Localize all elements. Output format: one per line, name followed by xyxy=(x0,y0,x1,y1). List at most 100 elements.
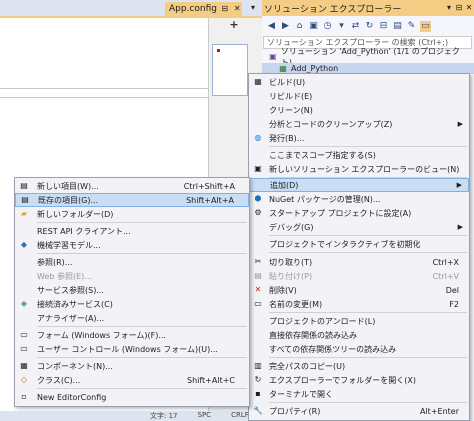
history-icon[interactable]: ◷ xyxy=(322,21,333,32)
menu-item-connected-service[interactable]: ◈ 接続済みサービス(C) xyxy=(15,297,249,311)
menu-item-ml-model[interactable]: ◆ 機械学習モデル... xyxy=(15,238,249,252)
menu-item-label: 新しい項目(W)... xyxy=(37,181,99,191)
tab-label: App.config xyxy=(169,4,217,14)
menu-item-web-reference[interactable]: Web 参照(E)... xyxy=(15,269,249,283)
menu-item-label: クリーン(N) xyxy=(269,105,313,115)
class-icon: ◇ xyxy=(20,375,28,384)
menu-item-shortcut: Ctrl+Shift+A xyxy=(183,181,235,191)
switch-view-icon[interactable]: ▣ xyxy=(308,21,319,32)
menu-item-cut[interactable]: ✂ 切り取り(T) Ctrl+X xyxy=(249,255,469,269)
menu-item-reference[interactable]: 参照(R)... xyxy=(15,255,249,269)
split-plus-icon[interactable]: + xyxy=(228,19,240,31)
menu-item-new-editorconfig[interactable]: ▫ New EditorConfig xyxy=(15,390,249,404)
status-item: CRLF xyxy=(231,411,249,419)
menu-item-new-explorer-view[interactable]: ▣ 新しいソリューション エクスプローラーのビュー(N) xyxy=(249,162,469,176)
menu-item-label: NuGet パッケージの管理(N)... xyxy=(269,194,381,204)
forward-icon[interactable]: ▶ xyxy=(280,21,291,32)
menu-item-scope-to-this[interactable]: ここまでスコープ指定する(S) xyxy=(249,148,469,162)
menu-item-init-interactive[interactable]: プロジェクトでインタラクティブを初期化 xyxy=(249,237,469,251)
pin-icon[interactable]: ⊟ xyxy=(454,3,464,13)
solution-explorer-title-bar: ソリューション エクスプローラー ▾ ⊟ ✕ xyxy=(262,0,474,16)
menu-item-analyze-cleanup[interactable]: 分析とコードのクリーンアップ(Z) ▶ xyxy=(249,117,469,131)
menu-item-clean[interactable]: クリーン(N) xyxy=(249,103,469,117)
menu-item-windows-form[interactable]: ▭ フォーム (Windows フォーム)(F)... xyxy=(15,328,249,342)
tree-item-solution[interactable]: ▣ ソリューション 'Add_Python' (1/1 のプロジェクト) xyxy=(268,47,468,67)
menu-item-debug[interactable]: デバッグ(G) ▶ xyxy=(249,220,469,234)
menu-item-new-item[interactable]: ▤ 新しい項目(W)... Ctrl+Shift+A xyxy=(15,179,249,193)
project-label: Add_Python xyxy=(291,64,339,73)
menu-item-label: ここまでスコープ指定する(S) xyxy=(269,150,376,160)
menu-item-build[interactable]: ▦ ビルド(U) xyxy=(249,75,469,89)
menu-item-add[interactable]: 追加(D) ▶ xyxy=(249,178,469,192)
gear-icon: ⚙ xyxy=(254,208,262,217)
menu-item-rename[interactable]: ▭ 名前の変更(M) F2 xyxy=(249,297,469,311)
menu-item-label: 発行(B)... xyxy=(269,133,305,143)
wrench-icon[interactable]: ✎ xyxy=(406,21,417,32)
menu-separator xyxy=(37,388,247,389)
menu-item-label: 切り取り(T) xyxy=(269,257,313,267)
menu-item-component[interactable]: ▦ コンポーネント(N)... xyxy=(15,359,249,373)
menu-item-label: 追加(D) xyxy=(270,180,299,190)
chevron-down-icon[interactable]: ▾ xyxy=(248,3,258,13)
menu-item-user-control[interactable]: ▭ ユーザー コントロール (Windows フォーム)(U)... xyxy=(15,342,249,356)
pending-changes-icon[interactable]: ▾ xyxy=(336,21,347,32)
form-icon: ▭ xyxy=(20,330,28,339)
add-submenu: ▤ 新しい項目(W)... Ctrl+Shift+A ▤ 既存の項目(G)... Shi… xyxy=(14,177,250,407)
show-all-files-icon[interactable]: ▤ xyxy=(392,21,403,32)
menu-item-service-reference[interactable]: サービス参照(S)... xyxy=(15,283,249,297)
ml-model-icon: ◆ xyxy=(20,240,28,249)
paste-icon: ▤ xyxy=(254,271,262,280)
menu-separator xyxy=(37,253,247,254)
menu-item-label: New EditorConfig xyxy=(37,392,107,402)
menu-item-new-folder[interactable]: ▰ 新しいフォルダー(D) xyxy=(15,207,249,221)
collapse-all-icon[interactable]: ⊟ xyxy=(378,21,389,32)
tab-app-config[interactable]: App.config ⊟ ✕ xyxy=(165,2,242,16)
minimap-marker xyxy=(217,49,220,52)
preview-icon[interactable]: ▭ xyxy=(420,20,431,32)
menu-item-analyzer[interactable]: アナライザー(A)... xyxy=(15,311,249,325)
menu-item-open-in-terminal[interactable]: ▪ ターミナルで開く xyxy=(249,387,469,401)
menu-item-existing-item[interactable]: ▤ 既存の項目(G)... Shift+Alt+A xyxy=(15,193,249,207)
menu-item-load-direct-deps[interactable]: 直接依存関係の読み込み xyxy=(249,328,469,342)
close-icon[interactable]: ✕ xyxy=(464,3,474,13)
menu-separator xyxy=(269,252,467,253)
pin-icon[interactable]: ⊟ xyxy=(220,4,230,14)
menu-item-shortcut: Ctrl+X xyxy=(432,257,459,267)
menu-item-label: 分析とコードのクリーンアップ(Z) xyxy=(269,119,393,129)
menu-item-unload-project[interactable]: プロジェクトのアンロード(L) xyxy=(249,314,469,328)
menu-item-set-startup[interactable]: ⚙ スタートアップ プロジェクトに設定(A) xyxy=(249,206,469,220)
menu-item-publish[interactable]: ◍ 発行(B)... xyxy=(249,131,469,145)
rename-icon: ▭ xyxy=(254,299,262,308)
menu-item-delete[interactable]: ✕ 削除(V) Del xyxy=(249,283,469,297)
menu-item-label: リビルド(E) xyxy=(269,91,313,101)
new-item-icon: ▤ xyxy=(20,181,28,190)
menu-item-label: プロパティ(R) xyxy=(269,406,321,416)
menu-item-label: REST API クライアント... xyxy=(37,226,131,236)
menu-item-manage-nuget[interactable]: ⬢ NuGet パッケージの管理(N)... xyxy=(249,192,469,206)
menu-item-class[interactable]: ◇ クラス(C)... Shift+Alt+C xyxy=(15,373,249,387)
menu-item-paste[interactable]: ▤ 貼り付け(P) Ctrl+V xyxy=(249,269,469,283)
menu-item-copy-full-path[interactable]: ▥ 完全パスのコピー(U) xyxy=(249,359,469,373)
menu-item-rest-api-client[interactable]: REST API クライアント... xyxy=(15,224,249,238)
refresh-icon[interactable]: ↻ xyxy=(364,21,375,32)
menu-item-load-all-deps[interactable]: すべての依存関係ツリーの読み込み xyxy=(249,342,469,356)
back-icon[interactable]: ◀ xyxy=(266,21,277,32)
current-line-highlight xyxy=(0,88,208,98)
close-icon[interactable]: ✕ xyxy=(232,4,242,14)
status-item: SPC xyxy=(197,411,212,419)
code-minimap[interactable] xyxy=(212,44,248,96)
menu-separator xyxy=(269,312,467,313)
menu-item-open-in-explorer[interactable]: ↻ エクスプローラーでフォルダーを開く(X) xyxy=(249,373,469,387)
menu-item-label: ユーザー コントロール (Windows フォーム)(U)... xyxy=(37,344,218,354)
menu-item-rebuild[interactable]: リビルド(E) xyxy=(249,89,469,103)
submenu-arrow-icon: ▶ xyxy=(456,181,462,189)
home-icon[interactable]: ⌂ xyxy=(294,21,305,32)
dropdown-icon[interactable]: ▾ xyxy=(444,3,454,13)
sync-icon[interactable]: ⇄ xyxy=(350,21,361,32)
menu-item-properties[interactable]: 🔧 プロパティ(R) Alt+Enter xyxy=(249,404,469,418)
menu-item-label: アナライザー(A)... xyxy=(37,313,105,323)
panel-title: ソリューション エクスプローラー xyxy=(264,4,402,15)
wrench-icon: 🔧 xyxy=(253,406,263,415)
menu-item-label: 新しいフォルダー(D) xyxy=(37,209,114,219)
copy-path-icon: ▥ xyxy=(254,361,262,370)
